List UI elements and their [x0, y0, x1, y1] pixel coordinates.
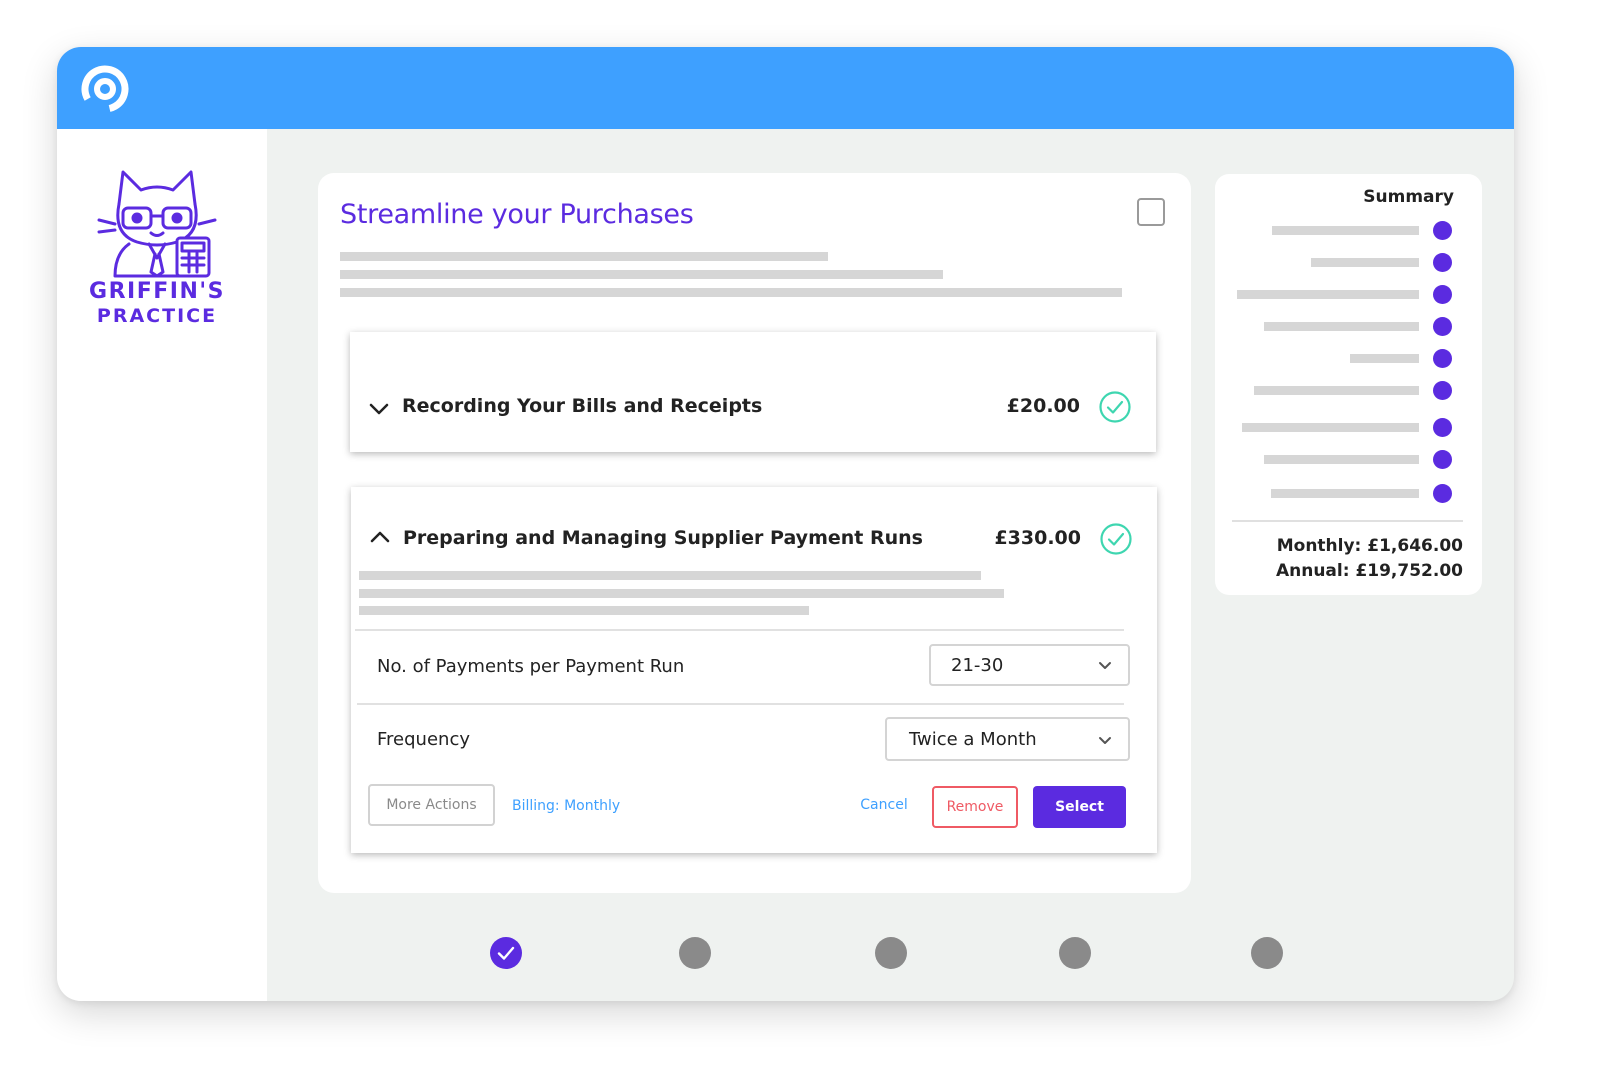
summary-dot [1433, 484, 1452, 503]
step-2[interactable] [679, 937, 711, 969]
practice-name-line2: PRACTICE [96, 305, 218, 327]
chevron-down-icon[interactable] [368, 402, 390, 416]
placeholder-text-line [340, 270, 943, 279]
top-bar [57, 47, 1514, 129]
service-recording-bills[interactable]: Recording Your Bills and Receipts £20.00 [350, 332, 1156, 452]
placeholder-text-line [359, 589, 1004, 598]
cancel-button[interactable]: Cancel [848, 788, 920, 822]
service-price: £330.00 [994, 527, 1081, 549]
summary-monthly-total: Monthly: £1,646.00 [1276, 536, 1463, 556]
summary-dot [1433, 317, 1452, 336]
option-label: Frequency [377, 729, 470, 750]
summary-annual-total: Annual: £19,752.00 [1275, 561, 1463, 581]
brand-logo-icon[interactable] [79, 61, 131, 117]
services-card: Streamline your Purchases Recording Your… [318, 173, 1191, 893]
step-4[interactable] [1059, 937, 1091, 969]
summary-dot [1433, 381, 1452, 400]
chevron-down-icon [1099, 662, 1111, 669]
chevron-down-icon [1099, 737, 1111, 744]
summary-dot [1433, 418, 1452, 437]
summary-panel: Summary Monthly: £1,646.00 Annual: £19,7… [1215, 174, 1482, 595]
check-circle-icon [1100, 523, 1132, 555]
service-supplier-payment-runs: Preparing and Managing Supplier Payment … [351, 487, 1157, 853]
step-1-completed[interactable] [490, 937, 522, 969]
card-title: Streamline your Purchases [340, 199, 694, 230]
cat-accountant-logo-icon [97, 170, 217, 278]
summary-line-placeholder [1264, 455, 1419, 464]
summary-line-placeholder [1242, 423, 1419, 432]
option-label: No. of Payments per Payment Run [377, 656, 685, 677]
check-circle-icon [1099, 391, 1131, 423]
sidebar: GRIFFIN'S PRACTICE [57, 129, 267, 1001]
frequency-select[interactable]: Twice a Month [885, 717, 1130, 761]
remove-button[interactable]: Remove [932, 786, 1018, 828]
summary-divider [1232, 520, 1463, 522]
placeholder-text-line [359, 571, 981, 580]
step-5[interactable] [1251, 937, 1283, 969]
summary-title: Summary [1363, 187, 1454, 207]
summary-dot [1433, 349, 1452, 368]
chevron-up-icon[interactable] [369, 530, 391, 544]
summary-line-placeholder [1254, 386, 1419, 395]
checkmark-icon [497, 946, 515, 960]
placeholder-text-line [340, 288, 1122, 297]
summary-line-placeholder [1311, 258, 1419, 267]
service-title: Preparing and Managing Supplier Payment … [403, 527, 923, 549]
summary-line-placeholder [1271, 489, 1419, 498]
summary-line-placeholder [1350, 354, 1419, 363]
summary-dot [1433, 450, 1452, 469]
summary-line-placeholder [1237, 290, 1419, 299]
placeholder-text-line [359, 606, 809, 615]
select-value: Twice a Month [909, 729, 1037, 750]
service-price: £20.00 [1006, 395, 1080, 417]
card-checkbox[interactable] [1137, 198, 1165, 226]
more-actions-button[interactable]: More Actions [368, 784, 495, 826]
summary-dot [1433, 221, 1452, 240]
summary-line-placeholder [1264, 322, 1419, 331]
placeholder-text-line [340, 252, 828, 261]
billing-link[interactable]: Billing: Monthly [512, 798, 620, 814]
step-3[interactable] [875, 937, 907, 969]
payments-per-run-select[interactable]: 21-30 [929, 644, 1130, 686]
select-value: 21-30 [951, 655, 1004, 676]
divider [355, 629, 1124, 631]
summary-dot [1433, 285, 1452, 304]
app-window: GRIFFIN'S PRACTICE Streamline your Purch… [57, 47, 1514, 1001]
summary-dot [1433, 253, 1452, 272]
service-title: Recording Your Bills and Receipts [402, 395, 763, 417]
summary-line-placeholder [1272, 226, 1419, 235]
select-button[interactable]: Select [1033, 786, 1126, 828]
practice-name-line1: GRIFFIN'S [89, 279, 225, 304]
divider [357, 703, 1124, 705]
